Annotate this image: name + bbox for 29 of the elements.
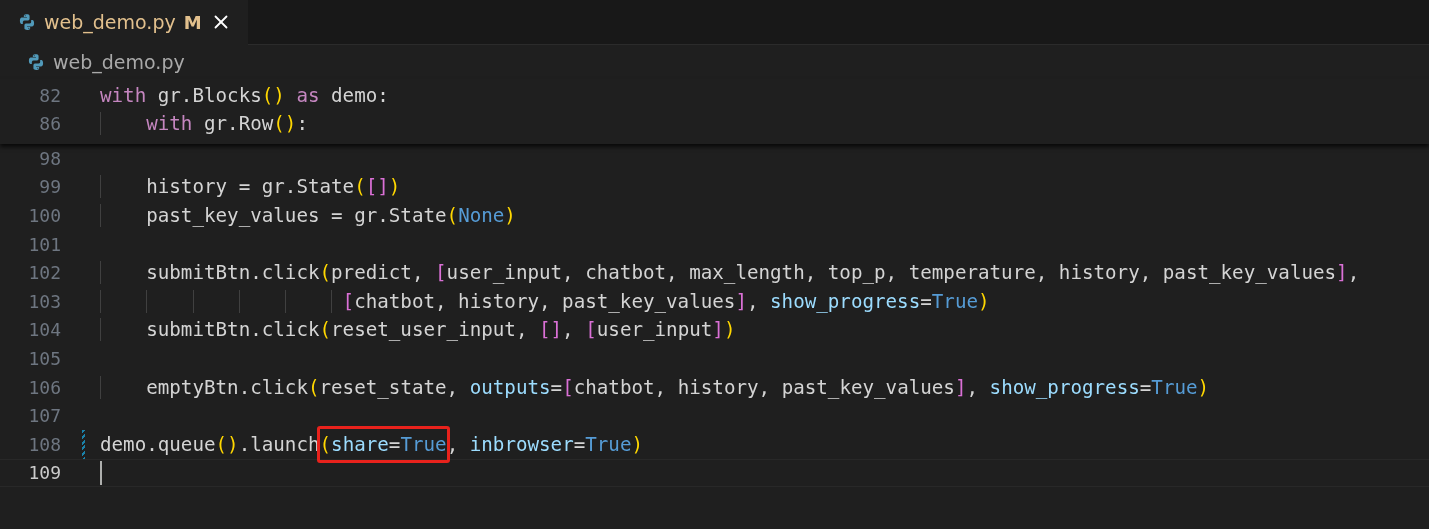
line-number: 86 <box>38 113 61 135</box>
line-number: 104 <box>27 319 61 341</box>
line-number: 100 <box>27 205 61 226</box>
breadcrumb-item[interactable]: web_demo.py <box>53 51 185 73</box>
python-file-icon <box>27 53 45 71</box>
code-line: submitBtn.click(predict, [user_input, chatbot, max_length, top_p, temperature, history, past_key_values], <box>100 258 1360 287</box>
line-number: 107 <box>27 405 61 427</box>
code-line: submitBtn.click(reset_user_input, [], [user_input]) <box>100 315 736 345</box>
code-line: history = gr.State([]) <box>100 172 401 202</box>
code-line: [chatbot, history, past_key_values], show_progress=True) <box>100 286 990 316</box>
line-number: 98 <box>38 147 61 169</box>
code-line: with gr.Row(): <box>100 109 308 139</box>
code-line: past_key_values = gr.State(None) <box>100 201 516 230</box>
line-number: 99 <box>38 176 61 198</box>
code-line: with gr.Blocks() as demo: <box>100 82 389 109</box>
highlight-frame: (share=True <box>316 425 450 463</box>
editor-tab[interactable]: web_demo.py M <box>0 0 248 45</box>
modified-status: M <box>183 11 202 33</box>
line-number: 103 <box>27 290 61 312</box>
line-number: 82 <box>38 84 61 106</box>
text-cursor <box>100 460 102 485</box>
line-number: 101 <box>27 233 61 255</box>
line-number: 108 <box>27 433 61 455</box>
line-number: 106 <box>27 376 61 398</box>
code-line: emptyBtn.click(reset_state, outputs=[chatbot, history, past_key_values], show_progress=True) <box>100 372 1210 402</box>
line-number: 102 <box>27 262 61 284</box>
line-number: 105 <box>27 347 61 369</box>
python-file-icon <box>18 13 36 31</box>
line-number: 109 <box>27 462 61 484</box>
